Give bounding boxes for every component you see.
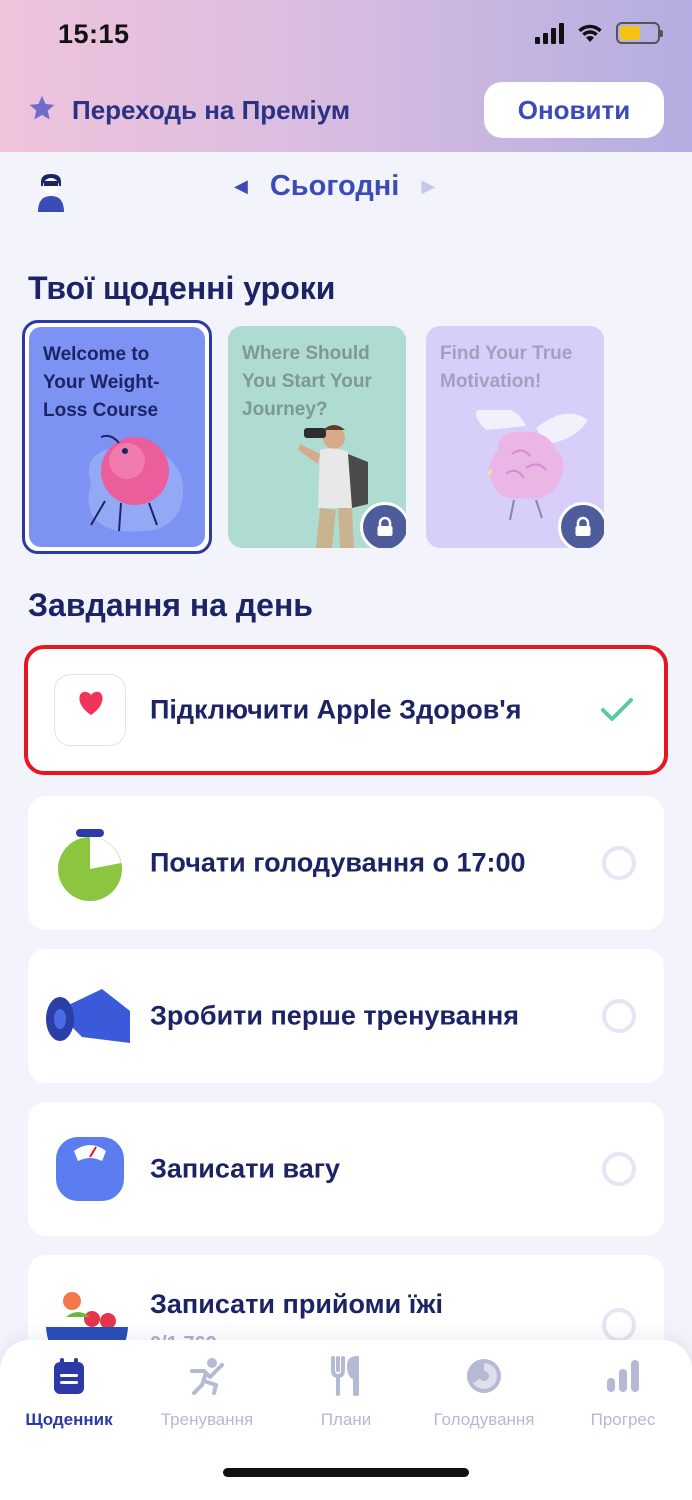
yoga-mat-icon [46,989,130,1043]
task-checkbox[interactable] [602,846,636,880]
pink-ball-character-illustration [88,434,184,532]
workout-icon [190,1358,224,1395]
tab-workouts[interactable]: Тренування [147,1354,267,1430]
scale-icon [56,1137,124,1201]
tab-diary[interactable]: Щоденник [9,1354,129,1430]
lock-icon [360,502,406,548]
task-label: Підключити Apple Здоров'я [150,694,522,725]
task-checkbox[interactable] [602,999,636,1033]
date-navigator: ◀ Сьогодні ▶ [234,170,435,203]
lock-icon [558,502,604,548]
tab-progress[interactable]: Прогрес [563,1354,683,1430]
task-start-fasting[interactable]: Почати голодування о 17:00 [28,796,664,930]
lesson-title: Find Your True Motivation! [440,343,573,392]
lesson-card-journey[interactable]: Where Should You Start Your Journey? [228,326,406,548]
task-label: Зробити перше тренування [150,1000,520,1031]
task-checkbox[interactable] [602,1308,636,1342]
premium-text: Переходь на Преміум [72,95,351,125]
status-time: 15:15 [58,19,130,49]
fasting-timer-icon [58,829,122,901]
next-day-arrow-icon[interactable]: ▶ [421,176,435,197]
battery-level [620,26,640,40]
star-icon [29,95,55,120]
calendar-icon [54,1358,84,1394]
task-label: Записати прийоми їжі [150,1289,443,1319]
task-checkbox[interactable] [602,1152,636,1186]
lessons-title: Твої щоденні уроки [28,270,336,306]
task-label: Записати вагу [150,1153,341,1184]
checkmark-icon [601,698,633,721]
task-log-weight[interactable]: Записати вагу [28,1102,664,1236]
premium-banner[interactable]: Переходь на Преміум Оновити [28,82,664,138]
lesson-title: Where Should You Start Your Journey? [242,343,372,420]
tab-label: Щоденник [25,1410,113,1429]
update-button[interactable]: Оновити [484,82,664,138]
tab-label: Тренування [160,1410,254,1429]
tab-label: Прогрес [590,1410,656,1429]
tasks-title: Завдання на день [28,587,313,623]
tab-plans[interactable]: Плани [286,1354,406,1430]
date-label[interactable]: Сьогодні [270,170,400,203]
tab-fasting[interactable]: Голодування [424,1354,544,1430]
status-bar: 15:15 [0,0,692,70]
status-icons [535,22,663,44]
bar-chart-icon [607,1360,639,1392]
apple-health-icon [54,674,126,746]
previous-day-arrow-icon[interactable]: ◀ [234,176,248,197]
header: ◀ Сьогодні ▶ [0,160,692,224]
lesson-card-motivation[interactable]: Find Your True Motivation! [426,326,604,548]
lesson-card-welcome[interactable]: Welcome to Your Weight-Loss Course [22,320,212,554]
fork-knife-icon [331,1356,359,1396]
wifi-icon [578,24,602,42]
cellular-signal-icon [535,22,564,44]
task-first-workout[interactable]: Зробити перше тренування [28,949,664,1083]
fasting-icon [467,1359,501,1393]
task-label: Почати голодування о 17:00 [150,847,526,878]
task-connect-apple-health[interactable]: Підключити Apple Здоров'я [24,645,668,775]
battery-icon [616,22,663,44]
home-indicator [223,1468,469,1477]
tab-label: Плани [320,1410,372,1429]
tab-label: Голодування [433,1410,535,1429]
profile-avatar-icon[interactable] [36,172,66,212]
